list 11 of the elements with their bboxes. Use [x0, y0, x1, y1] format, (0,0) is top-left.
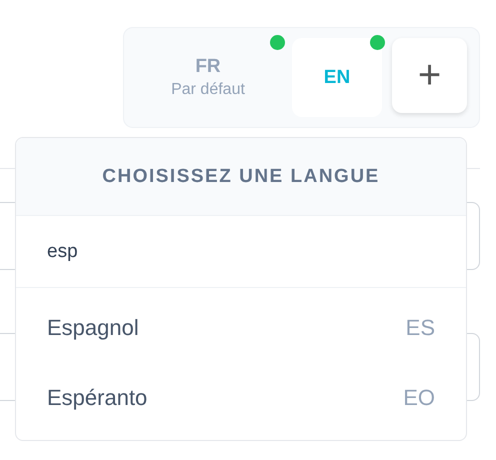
option-code: EO	[403, 385, 435, 411]
language-caption: Par défaut	[171, 81, 245, 99]
add-language-button[interactable]: +	[392, 38, 467, 113]
option-name: Espagnol	[47, 315, 139, 341]
language-code: EN	[324, 66, 350, 88]
language-option[interactable]: Espagnol ES	[16, 293, 466, 363]
option-code: ES	[406, 315, 435, 341]
language-option[interactable]: Espéranto EO	[16, 363, 466, 433]
dropdown-title: CHOISISSEZ UNE LANGUE	[102, 166, 380, 188]
language-code: FR	[195, 56, 221, 78]
option-name: Espéranto	[47, 385, 148, 411]
